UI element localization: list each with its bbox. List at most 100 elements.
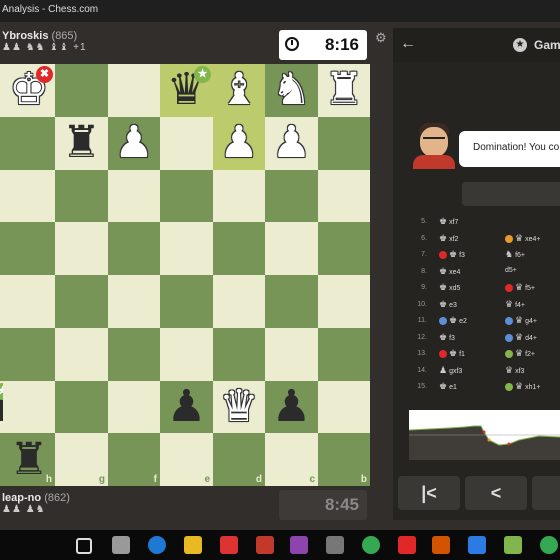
chrome-icon[interactable] — [362, 536, 380, 554]
board-square[interactable]: ♟ — [265, 116, 318, 170]
board-square[interactable] — [265, 275, 318, 328]
black-move[interactable]: ♛ f2+ — [505, 349, 535, 359]
move-row[interactable]: 6. ♚ xf2 ♛ xe4+ — [393, 231, 560, 248]
chess-board[interactable]: ♚✖♛★♝♞♜♜♟♟♟♟★♟♛♟♜hgfedcb — [0, 64, 370, 486]
board-square[interactable]: ♟ — [213, 116, 265, 170]
move-list[interactable]: 5. ♚ xf7 6. ♚ xf2 ♛ xe4+ 7. ♚ f3 ♞ f6+ 8. ♚ xe4 d5+ 9. ♚ xd… — [393, 214, 560, 400]
board-square[interactable] — [108, 64, 160, 117]
board-square[interactable]: ♟ — [108, 116, 160, 170]
move-row[interactable]: 8. ♚ xe4 d5+ — [393, 264, 560, 281]
chrome-icon-2[interactable] — [540, 536, 558, 554]
white-knight-icon[interactable]: ♞ — [272, 68, 311, 112]
app-icon-4[interactable] — [326, 536, 344, 554]
board-square[interactable]: ♝ — [213, 64, 265, 117]
white-move[interactable]: ♚ e1 — [439, 382, 457, 392]
previous-move-button[interactable]: < — [465, 476, 527, 510]
back-arrow-icon[interactable]: ← — [400, 35, 416, 53]
board-square[interactable] — [55, 275, 108, 328]
board-square[interactable] — [213, 222, 265, 275]
board-square[interactable] — [160, 222, 213, 275]
board-square[interactable]: ♛ ★ — [160, 64, 213, 117]
board-square[interactable] — [160, 327, 213, 381]
board-square[interactable] — [318, 275, 370, 328]
store-icon[interactable] — [112, 536, 130, 554]
board-square[interactable] — [265, 169, 318, 223]
board-square[interactable]: ♜ h — [3, 433, 55, 486]
board-square[interactable] — [265, 222, 318, 275]
board-square[interactable] — [318, 380, 370, 434]
edge-icon[interactable] — [148, 536, 166, 554]
move-row[interactable]: 11. ♚ e2 ♛ g4+ — [393, 313, 560, 330]
bottom-player-name[interactable]: leap-no — [2, 492, 41, 504]
white-move[interactable]: ♚ xe4 — [439, 267, 460, 277]
white-pawn-icon[interactable]: ♟ — [114, 121, 153, 165]
board-square[interactable] — [108, 380, 160, 434]
white-bishop-icon[interactable]: ♝ — [219, 68, 258, 112]
app-icon-7[interactable] — [468, 536, 486, 554]
black-pawn-icon[interactable]: ♟ — [167, 384, 206, 429]
black-move[interactable]: ♞ f6+ — [505, 250, 525, 260]
move-row[interactable]: 15. ♚ e1 ♛ xh1+ — [393, 379, 560, 396]
file-explorer-icon[interactable] — [184, 536, 202, 554]
black-move[interactable]: ♛ f4+ — [505, 300, 525, 310]
white-move[interactable]: ♚ xd5 — [439, 283, 460, 293]
move-row[interactable]: 7. ♚ f3 ♞ f6+ — [393, 247, 560, 264]
board-square[interactable]: b — [318, 433, 370, 486]
move-row[interactable]: 5. ♚ xf7 — [393, 214, 560, 231]
board-square[interactable] — [3, 222, 55, 275]
board-square[interactable]: c — [265, 433, 318, 486]
board-square[interactable]: ♚ ✖ — [3, 64, 55, 117]
white-move[interactable]: ♚ e3 — [439, 300, 457, 310]
board-square[interactable] — [55, 169, 108, 223]
white-move[interactable]: ♚ xf7 — [439, 217, 458, 227]
board-square[interactable] — [213, 169, 265, 223]
board-square[interactable] — [160, 275, 213, 328]
board-square[interactable] — [213, 275, 265, 328]
board-square[interactable] — [160, 116, 213, 170]
black-pawn-icon[interactable]: ♟ — [272, 384, 311, 429]
app-icon-1[interactable] — [220, 536, 238, 554]
black-move[interactable]: d5+ — [505, 267, 517, 274]
first-move-button[interactable]: |< — [398, 476, 460, 510]
board-square[interactable] — [3, 116, 55, 170]
gear-icon[interactable]: ⚙ — [375, 30, 387, 46]
board-square[interactable]: ♜ — [55, 116, 108, 170]
move-row[interactable]: 10. ♚ e3 ♛ f4+ — [393, 297, 560, 314]
black-move[interactable]: ♛ g4+ — [505, 316, 537, 326]
white-move[interactable]: ♚ xf2 — [439, 234, 458, 244]
board-square[interactable] — [3, 275, 55, 328]
black-move[interactable]: ♛ f5+ — [505, 283, 535, 293]
move-row[interactable]: 14. ♟ gxf3 ♛ xf3 — [393, 363, 560, 380]
board-square[interactable] — [213, 327, 265, 381]
app-icon-2[interactable] — [256, 536, 274, 554]
white-move[interactable]: ♚ f1 — [439, 349, 465, 359]
board-square[interactable] — [108, 222, 160, 275]
black-move[interactable]: ♛ xh1+ — [505, 382, 540, 392]
white-move[interactable]: ♚ f3 — [439, 333, 455, 343]
board-square[interactable] — [3, 327, 55, 381]
white-rook-icon[interactable]: ♜ — [324, 68, 363, 112]
white-move[interactable]: ♟ gxf3 — [439, 366, 462, 376]
board-square[interactable] — [55, 222, 108, 275]
board-square[interactable]: g — [55, 433, 108, 486]
app-icon-5[interactable] — [398, 536, 416, 554]
app-icon-6[interactable] — [432, 536, 450, 554]
top-player-name[interactable]: Ybroskis — [2, 30, 48, 42]
chess-com-taskbar-icon[interactable] — [504, 536, 522, 554]
black-rook-icon[interactable]: ♜ — [62, 121, 101, 165]
move-row[interactable]: 12. ♚ f3 ♛ d4+ — [393, 330, 560, 347]
board-square[interactable] — [318, 116, 370, 170]
board-square[interactable]: e — [160, 433, 213, 486]
board-square[interactable] — [318, 222, 370, 275]
white-pawn-icon[interactable]: ♟ — [272, 121, 311, 165]
board-square[interactable] — [265, 327, 318, 381]
evaluation-graph[interactable] — [409, 410, 560, 460]
board-square[interactable]: ♟ — [160, 380, 213, 434]
black-move[interactable]: ♛ xf3 — [505, 366, 524, 376]
board-square[interactable]: d — [213, 433, 265, 486]
board-square[interactable] — [160, 169, 213, 223]
board-square[interactable]: ♜ — [318, 64, 370, 117]
black-move[interactable]: ♛ d4+ — [505, 333, 537, 343]
board-square[interactable]: ♞ — [265, 64, 318, 117]
black-rook-icon[interactable]: ♜ — [9, 437, 48, 482]
